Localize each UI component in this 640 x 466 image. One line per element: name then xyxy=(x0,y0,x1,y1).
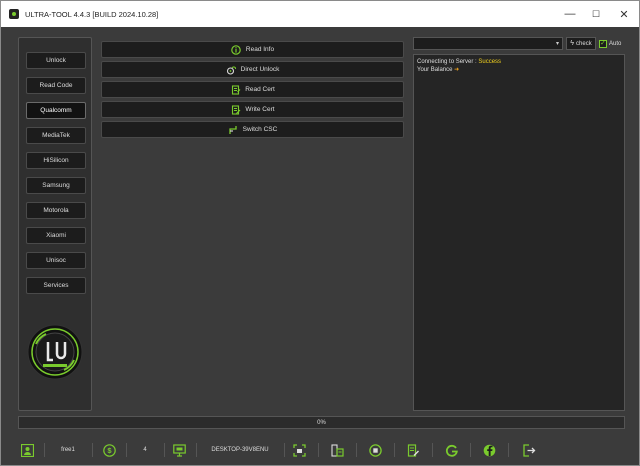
log-line: Your Balance ➜ xyxy=(417,67,460,73)
read-cert-button[interactable]: Read Cert xyxy=(101,81,404,98)
sidebar-item-xiaomi[interactable]: Xiaomi xyxy=(26,227,86,244)
direct-unlock-button[interactable]: Direct Unlock xyxy=(101,61,404,78)
maximize-button[interactable]: ☐ xyxy=(581,1,611,27)
main-content: Unlock Read Code Qualcomm MediaTek HiSil… xyxy=(1,27,639,465)
device-manager-button[interactable] xyxy=(328,439,346,461)
progress-text: 0% xyxy=(317,419,326,426)
brand-logo-icon xyxy=(27,324,83,380)
credits-icon: $ xyxy=(100,439,118,461)
app-icon xyxy=(9,9,19,19)
write-cert-icon xyxy=(230,104,241,115)
sidebar-item-unlock[interactable]: Unlock xyxy=(26,52,86,69)
log-save-button[interactable] xyxy=(404,439,422,461)
exit-icon[interactable] xyxy=(520,439,538,461)
log-success-text: Success xyxy=(478,59,502,65)
sidebar-item-motorola[interactable]: Motorola xyxy=(26,202,86,219)
credits-text: 4 xyxy=(143,447,147,453)
log-line: Connecting to Server : Success xyxy=(417,59,502,65)
unlock-icon xyxy=(226,64,237,75)
sidebar-item-hisilicon[interactable]: HiSilicon xyxy=(26,152,86,169)
arrow-icon: ➜ xyxy=(454,67,460,73)
read-info-button[interactable]: Read Info xyxy=(101,41,404,58)
auto-checkbox[interactable]: ✓ xyxy=(599,39,607,48)
sidebar-item-samsung[interactable]: Samsung xyxy=(26,177,86,194)
read-info-label: Read Info xyxy=(245,46,275,53)
facebook-icon[interactable] xyxy=(480,439,498,461)
user-icon xyxy=(18,439,36,461)
direct-unlock-label: Direct Unlock xyxy=(240,66,280,73)
write-cert-button[interactable]: Write Cert xyxy=(101,101,404,118)
sidebar-item-qualcomm[interactable]: Qualcomm xyxy=(26,102,86,119)
switch-csc-button[interactable]: Switch CSC xyxy=(101,121,404,138)
window-title: ULTRA-TOOL 4.4.3 [BUILD 2024.10.28] xyxy=(25,9,159,19)
info-icon xyxy=(231,44,242,55)
stop-button[interactable] xyxy=(366,439,384,461)
screenshot-button[interactable] xyxy=(290,439,308,461)
device-select[interactable]: ▾ xyxy=(413,37,563,50)
google-icon[interactable] xyxy=(442,439,460,461)
chevron-down-icon: ▾ xyxy=(555,41,559,47)
svg-text:$: $ xyxy=(107,446,112,455)
monitor-icon xyxy=(170,439,188,461)
switch-csc-label: Switch CSC xyxy=(242,126,278,133)
sidebar-item-unisoc[interactable]: Unisoc xyxy=(26,252,86,269)
lightning-icon: ϟ xyxy=(570,40,575,47)
cert-icon xyxy=(230,84,241,95)
status-bar: free1 $ 4 DESKTOP-39V8ENU xyxy=(18,439,625,461)
title-bar: ULTRA-TOOL 4.4.3 [BUILD 2024.10.28] — ☐ … xyxy=(1,1,639,27)
check-label: check xyxy=(576,40,592,47)
app-window: ULTRA-TOOL 4.4.3 [BUILD 2024.10.28] — ☐ … xyxy=(0,0,640,466)
sidebar-item-read-code[interactable]: Read Code xyxy=(26,77,86,94)
switch-icon xyxy=(228,124,239,135)
auto-toggle[interactable]: ✓ Auto xyxy=(599,37,621,50)
log-console: Connecting to Server : Success Your Bala… xyxy=(413,54,625,411)
username-text: free1 xyxy=(61,447,75,453)
close-button[interactable]: ✕ xyxy=(609,1,639,27)
progress-bar: 0% xyxy=(18,416,625,429)
computer-name-text: DESKTOP-39V8ENU xyxy=(211,447,269,453)
auto-label: Auto xyxy=(609,40,622,47)
sidebar-item-services[interactable]: Services xyxy=(26,277,86,294)
check-button[interactable]: ϟ check xyxy=(566,37,596,50)
sidebar-item-mediatek[interactable]: MediaTek xyxy=(26,127,86,144)
read-cert-label: Read Cert xyxy=(245,86,275,93)
write-cert-label: Write Cert xyxy=(245,106,275,113)
sidebar: Unlock Read Code Qualcomm MediaTek HiSil… xyxy=(18,37,92,411)
